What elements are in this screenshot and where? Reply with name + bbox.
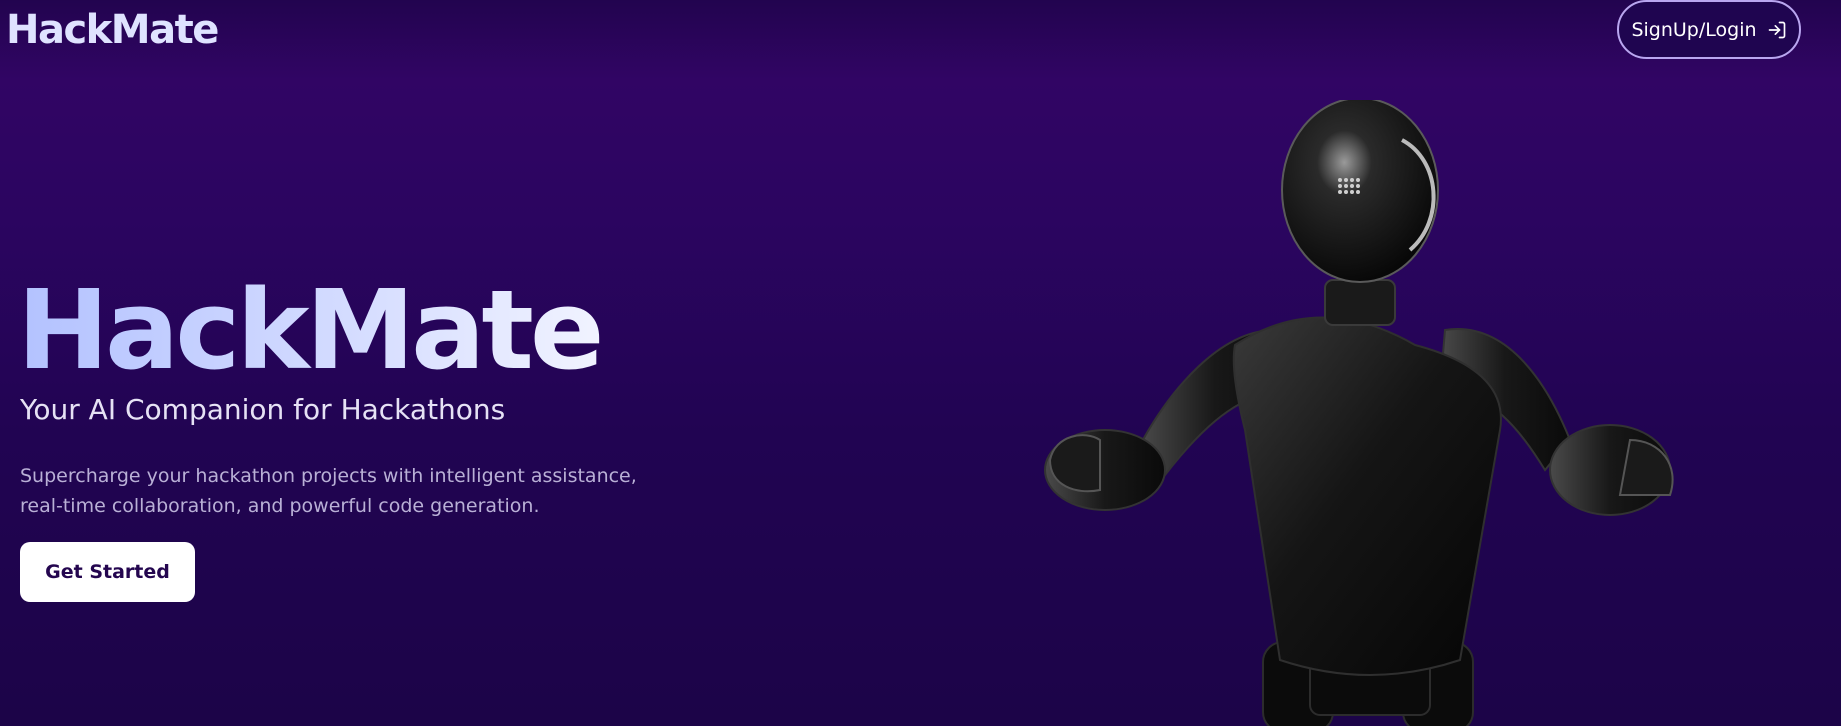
signup-login-button[interactable]: SignUp/Login [1617,0,1801,59]
login-arrow-icon [1767,20,1787,40]
hero-subtitle: Your AI Companion for Hackathons [20,393,506,426]
hero-description-line: Supercharge your hackathon projects with… [20,465,637,487]
robot-head [1281,100,1439,283]
robot-illustration [1044,100,1674,726]
signup-login-label: SignUp/Login [1631,18,1757,41]
site-logo[interactable]: HackMate [6,4,219,56]
get-started-button[interactable]: Get Started [20,542,195,602]
hero-description: Supercharge your hackathon projects with… [20,461,660,521]
hero-description-line: real-time collaboration, and powerful co… [20,495,540,517]
robot-neck [1324,279,1396,326]
hero-title: HackMate [17,266,605,394]
robot-torso [1232,316,1502,676]
